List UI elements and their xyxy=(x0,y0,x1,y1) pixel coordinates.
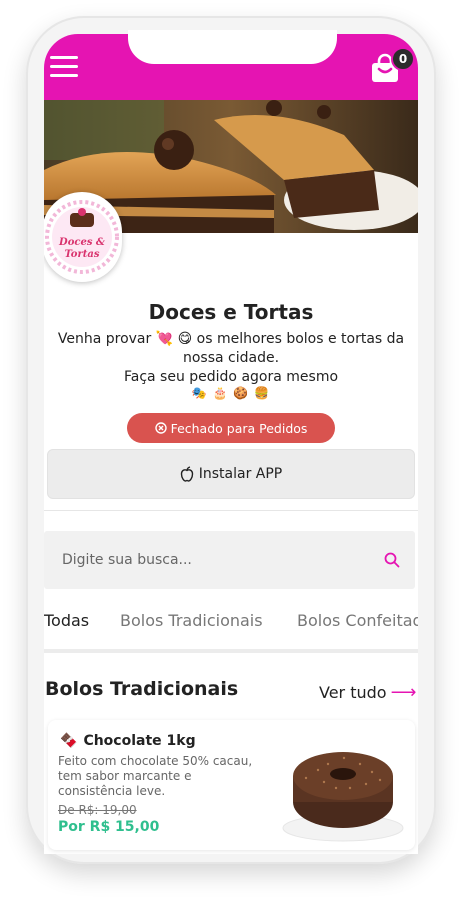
product-new-price: Por R$ 15,00 xyxy=(58,819,160,835)
arrow-right-icon: ⟶ xyxy=(390,682,417,703)
tab-bolos-confeitados[interactable]: Bolos Confeitados xyxy=(297,611,418,630)
store-logo: Doces & Tortas xyxy=(44,192,122,282)
install-app-label: Instalar APP xyxy=(198,466,283,482)
category-tabs: Todas Bolos Tradicionais Bolos Confeitad… xyxy=(44,605,418,653)
see-all-link[interactable]: Ver tudo ⟶ xyxy=(319,682,416,703)
store-name: Doces e Tortas xyxy=(148,300,314,324)
product-description: Feito com chocolate 50% cacau, tem sabor… xyxy=(58,754,253,798)
tabs-baseline xyxy=(44,649,418,653)
hamburger-menu-icon[interactable] xyxy=(50,56,80,78)
see-all-label: Ver tudo xyxy=(319,683,387,702)
store-description-line-2: Faça seu pedido agora mesmo xyxy=(123,369,339,385)
store-description-line-1: Venha provar 💘 😋 os melhores bolos e tor… xyxy=(57,331,405,366)
product-title: 🍫 Chocolate 1kg xyxy=(60,733,196,749)
section-divider xyxy=(44,510,418,511)
cart-count-badge[interactable]: 0 xyxy=(391,47,415,71)
closed-for-orders-button[interactable]: Fechado para Pedidos xyxy=(127,413,335,443)
store-description: Venha provar 💘 😋 os melhores bolos e tor… xyxy=(48,330,414,387)
logo-lettering: Doces & xyxy=(58,237,105,248)
product-old-price: De R$: 19,00 xyxy=(58,803,137,817)
product-image xyxy=(282,752,404,842)
apple-icon xyxy=(180,466,193,482)
install-app-button[interactable]: Instalar APP xyxy=(47,449,415,499)
app-screen: 0 Doces & Tortas Doces e Tortas Venha pr… xyxy=(44,34,418,854)
section-title: Bolos Tradicionais xyxy=(45,678,239,700)
tab-bolos-tradicionais[interactable]: Bolos Tradicionais xyxy=(120,611,263,630)
product-card[interactable]: 🍫 Chocolate 1kg Feito com chocolate 50% … xyxy=(48,720,415,850)
search-box xyxy=(44,531,415,589)
phone-notch xyxy=(128,30,337,64)
store-emoji-row: 🎭 🎂 🍪 🍔 xyxy=(191,386,271,400)
product-name: Chocolate 1kg xyxy=(83,733,196,749)
tab-todas[interactable]: Todas xyxy=(44,611,89,630)
search-icon[interactable] xyxy=(383,551,401,569)
closed-for-orders-label: Fechado para Pedidos xyxy=(170,420,308,436)
chocolate-bar-icon: 🍫 xyxy=(60,733,78,749)
close-circle-icon xyxy=(154,422,167,434)
search-input[interactable] xyxy=(44,531,374,589)
svg-text:Tortas: Tortas xyxy=(65,249,100,260)
